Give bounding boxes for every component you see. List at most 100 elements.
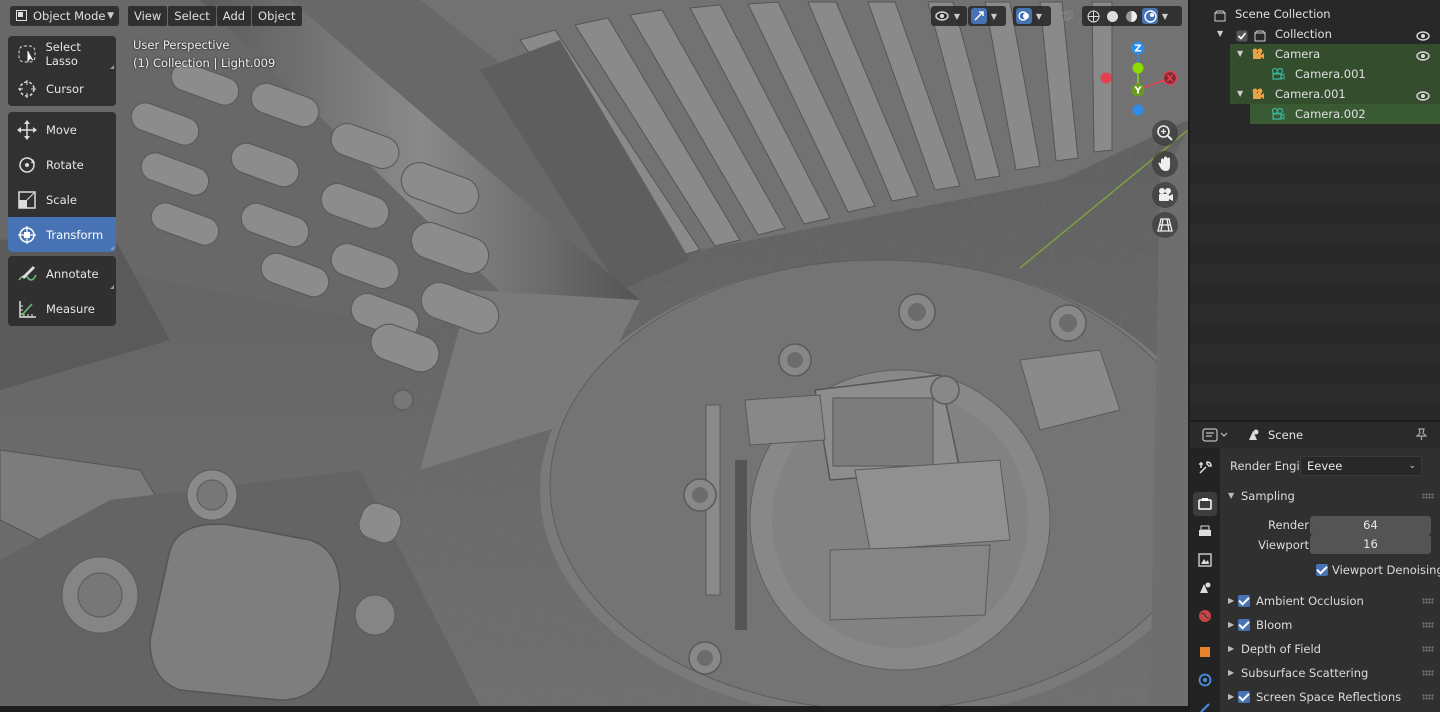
menu-select[interactable]: Select xyxy=(168,6,216,26)
panel-ambient-occlusion[interactable]: ▶ Ambient Occlusion xyxy=(1222,590,1440,612)
outliner-stripe xyxy=(1190,264,1440,284)
tool-scale[interactable]: Scale xyxy=(8,182,116,217)
drag-grip-icon[interactable] xyxy=(1422,493,1434,499)
tool-move-label: Move xyxy=(46,122,77,137)
navigation-gizmo[interactable]: Z Y X xyxy=(1094,38,1184,122)
outliner-row-scene-collection[interactable]: Scene Collection xyxy=(1190,4,1440,24)
tool-measure-label: Measure xyxy=(46,301,95,316)
panel-depth-of-field[interactable]: ▶ Depth of Field xyxy=(1222,638,1440,660)
panel-label: Bloom xyxy=(1256,618,1293,632)
tool-options-corner-icon xyxy=(110,285,114,289)
outliner-stripe xyxy=(1190,144,1440,164)
pan-button[interactable] xyxy=(1152,151,1178,177)
panel-subsurface-scattering[interactable]: ▶ Subsurface Scattering xyxy=(1222,662,1440,684)
panel-screen-space-reflections[interactable]: ▶ Screen Space Reflections xyxy=(1222,686,1440,708)
material-shading-icon[interactable] xyxy=(1123,8,1139,24)
chevron-down-icon[interactable]: ▼ xyxy=(1161,12,1169,21)
tab-output[interactable] xyxy=(1193,520,1217,544)
outliner-row-camera-001[interactable]: ▼ Camera.001 xyxy=(1230,84,1440,104)
bloom-checkbox[interactable] xyxy=(1238,619,1250,631)
outliner-row-collection[interactable]: ▼ Collection xyxy=(1190,24,1440,44)
tool-cursor[interactable]: Cursor xyxy=(8,71,116,106)
properties-header: Scene xyxy=(1190,422,1440,448)
scene-icon xyxy=(1245,427,1261,446)
tab-constraints[interactable] xyxy=(1193,696,1217,712)
solid-shading-icon[interactable] xyxy=(1104,8,1120,24)
visibility-dropdown[interactable]: ▼ xyxy=(931,6,967,26)
menu-object[interactable]: Object xyxy=(252,6,302,26)
gizmo-icon xyxy=(971,8,987,24)
menu-view[interactable]: View xyxy=(128,6,168,26)
sampling-panel-header[interactable]: ▼ Sampling xyxy=(1222,485,1440,507)
tool-annotate[interactable]: Annotate xyxy=(8,256,116,291)
rendered-shading-icon[interactable] xyxy=(1142,8,1158,24)
wrench-icon xyxy=(1199,461,1212,474)
camera-view-button[interactable] xyxy=(1152,182,1178,208)
ssr-checkbox[interactable] xyxy=(1238,691,1250,703)
viewport-denoising-checkbox[interactable] xyxy=(1316,564,1328,576)
mode-selector[interactable]: Object Mode ▼ xyxy=(10,6,119,26)
drag-grip-icon[interactable] xyxy=(1422,622,1434,628)
menu-add[interactable]: Add xyxy=(216,6,252,26)
collapse-triangle-icon: ▶ xyxy=(1228,692,1235,701)
drag-grip-icon[interactable] xyxy=(1422,694,1434,700)
viewport-denoising-row[interactable]: Viewport Denoising xyxy=(1222,559,1440,581)
expand-triangle-icon[interactable]: ▼ xyxy=(1237,84,1243,104)
chevron-down-icon: ▼ xyxy=(990,11,998,21)
outliner: Scene Collection ▼ Collection ▼ Camera C… xyxy=(1190,0,1440,420)
samples-viewport-field[interactable]: 16 xyxy=(1310,535,1431,554)
render-properties: Render Engine Eevee ⌄ ▼ Sampling Render … xyxy=(1222,448,1440,712)
perspective-grid-icon xyxy=(1157,218,1173,232)
tab-render[interactable] xyxy=(1193,492,1217,516)
lasso-select-icon xyxy=(8,36,45,71)
outliner-stripe xyxy=(1190,344,1440,364)
properties-tabs xyxy=(1190,448,1220,712)
tab-view-layer[interactable] xyxy=(1193,548,1217,572)
render-engine-dropdown[interactable]: Eevee ⌄ xyxy=(1300,456,1422,476)
drag-grip-icon[interactable] xyxy=(1422,598,1434,604)
tool-select-lasso[interactable]: Select Lasso xyxy=(8,36,116,71)
drag-grip-icon[interactable] xyxy=(1422,670,1434,676)
chevron-down-icon: ▼ xyxy=(107,11,114,21)
tool-measure[interactable]: Measure xyxy=(8,291,116,326)
samples-render-field[interactable]: 64 xyxy=(1310,516,1431,535)
viewport-denoising-label: Viewport Denoising xyxy=(1332,563,1440,577)
outliner-row-camera-data[interactable]: Camera.001 xyxy=(1230,64,1440,84)
overlays-toggle[interactable]: ▼ xyxy=(1013,6,1051,26)
outliner-label: Camera.002 xyxy=(1295,107,1366,121)
tool-select-lasso-label: Select Lasso xyxy=(45,39,81,68)
tab-object[interactable] xyxy=(1193,640,1217,664)
tool-move[interactable]: Move xyxy=(8,112,116,147)
tool-cursor-label: Cursor xyxy=(46,81,84,96)
expand-triangle-icon[interactable]: ▼ xyxy=(1217,24,1223,44)
tool-transform[interactable]: Transform xyxy=(8,217,116,252)
wireframe-shading-icon[interactable] xyxy=(1085,8,1101,24)
gizmo-toggle[interactable]: ▼ xyxy=(968,6,1006,26)
gizmo-x-label: X xyxy=(1166,74,1174,85)
3d-viewport[interactable]: Object Mode ▼ View Select Add Object ▼ ▼ xyxy=(0,0,1188,706)
ambient-occlusion-checkbox[interactable] xyxy=(1238,595,1250,607)
outliner-row-camera-002[interactable]: Camera.002 xyxy=(1250,104,1440,124)
tool-rotate[interactable]: Rotate xyxy=(8,147,116,182)
outliner-row-camera[interactable]: ▼ Camera xyxy=(1230,44,1440,64)
render-icon xyxy=(1198,498,1212,510)
samples-render-row: Render 64 xyxy=(1222,514,1440,536)
outliner-label: Scene Collection xyxy=(1235,7,1331,21)
tab-tool[interactable] xyxy=(1193,456,1217,480)
toolbar-transform-group: Move Rotate Scale Transform xyxy=(8,112,116,252)
rotate-icon xyxy=(8,147,46,182)
editor-type-icon[interactable] xyxy=(1202,427,1228,446)
tab-physics[interactable] xyxy=(1193,668,1217,692)
zoom-button[interactable] xyxy=(1152,120,1178,146)
tab-scene[interactable] xyxy=(1193,576,1217,600)
expand-triangle-icon[interactable]: ▼ xyxy=(1237,44,1243,64)
projection-toggle-button[interactable] xyxy=(1152,212,1178,238)
panel-bloom[interactable]: ▶ Bloom xyxy=(1222,614,1440,636)
xray-toggle[interactable] xyxy=(1057,6,1077,26)
outliner-stripe xyxy=(1190,184,1440,204)
tab-world[interactable] xyxy=(1193,604,1217,628)
object-icon xyxy=(1200,647,1210,657)
drag-grip-icon[interactable] xyxy=(1422,646,1434,652)
pin-icon[interactable] xyxy=(1414,427,1428,444)
panel-label: Ambient Occlusion xyxy=(1256,594,1364,608)
